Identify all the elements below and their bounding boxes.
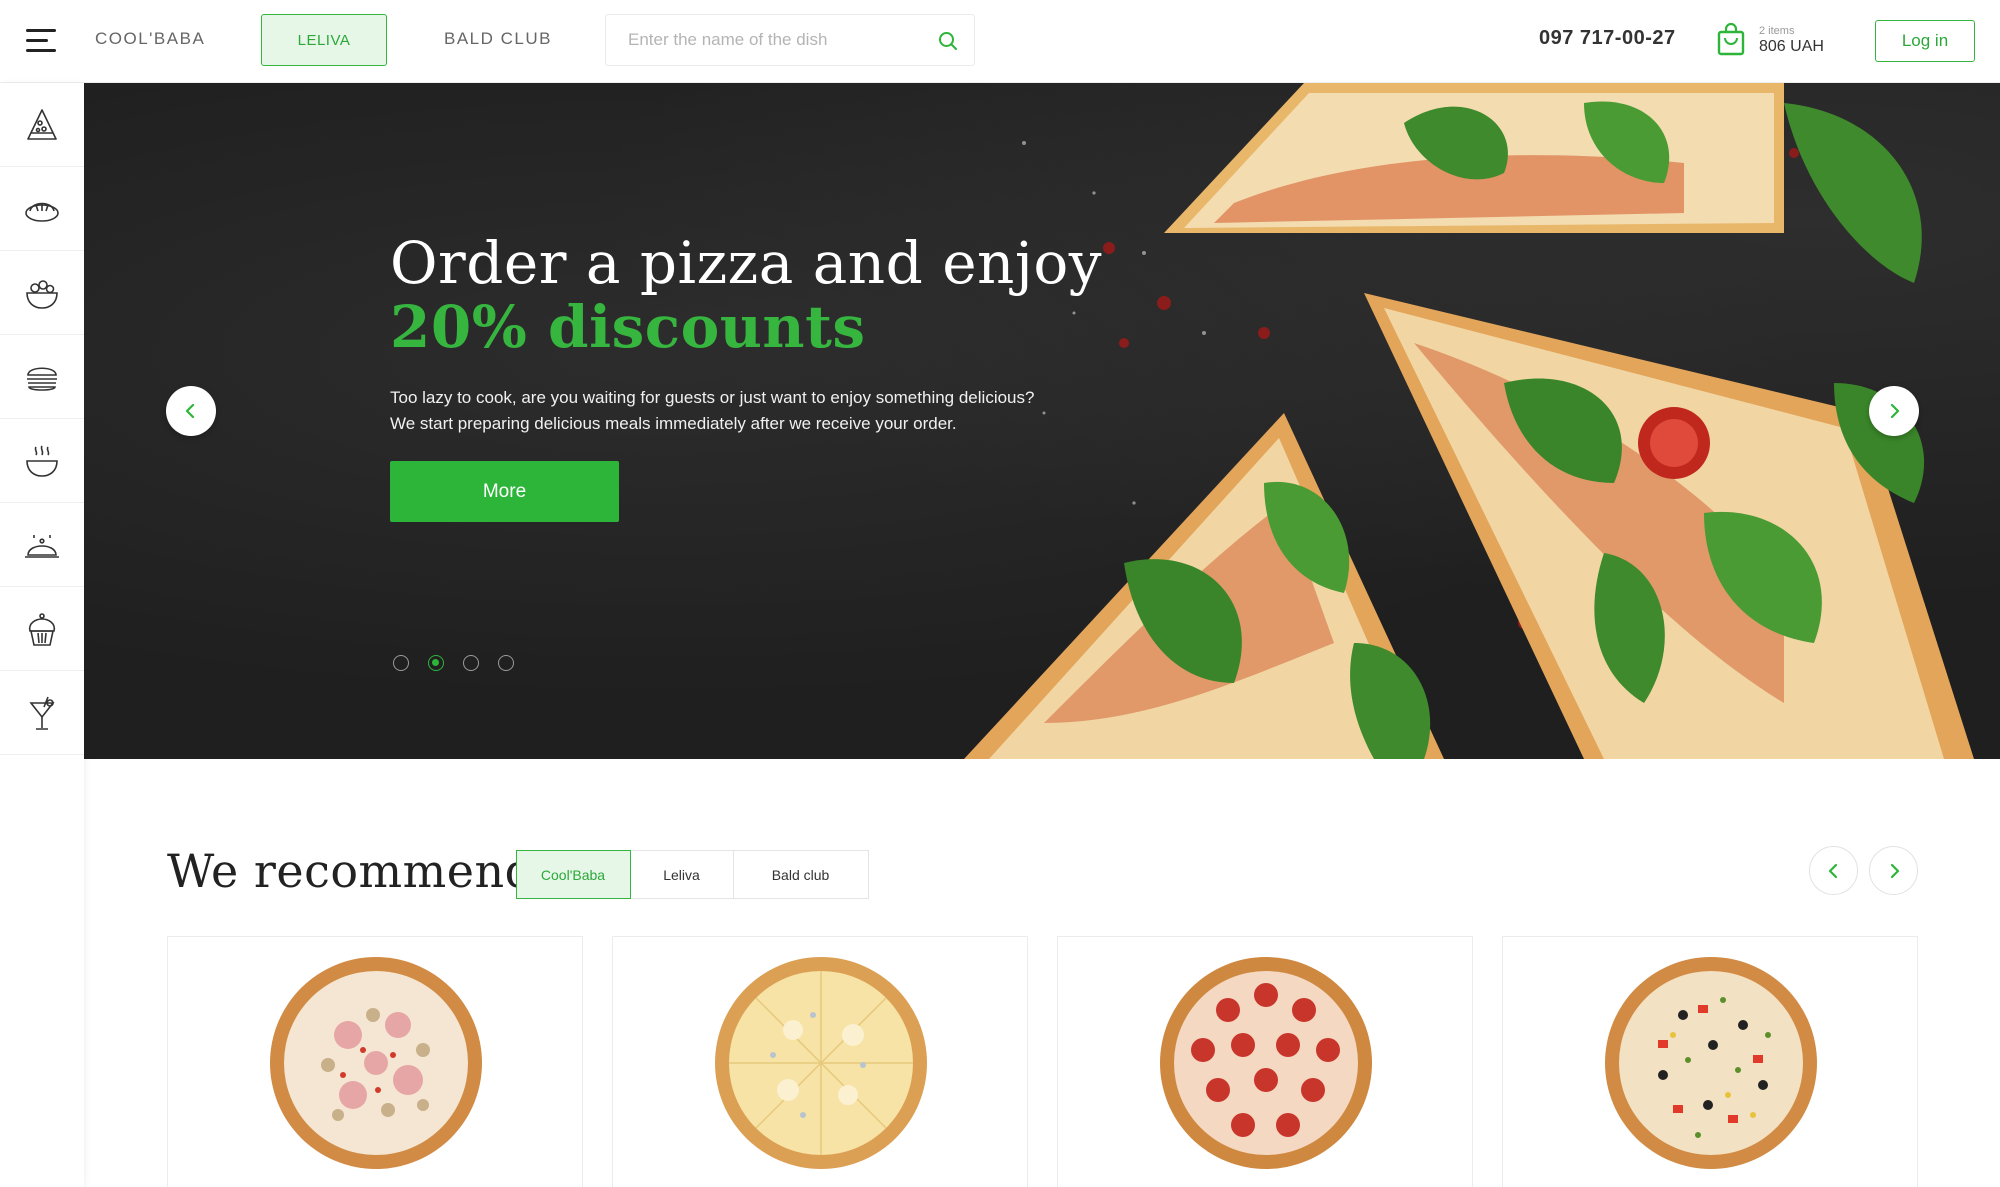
slider-dot-1[interactable]: [393, 655, 409, 671]
hero-banner: Order a pizza and enjoy 20% discounts To…: [84, 83, 2000, 759]
drink-icon: [29, 696, 55, 730]
category-pizza[interactable]: [0, 83, 84, 167]
product-card[interactable]: [612, 936, 1028, 1187]
vegetable-pizza-image: [1605, 957, 1817, 1169]
hero-description-line1: Too lazy to cook, are you waiting for gu…: [390, 388, 1035, 407]
category-salads[interactable]: [0, 251, 84, 335]
burger-icon: [27, 366, 57, 391]
top-header: COOL'BABA LELIVA BALD CLUB 097 717-00-27…: [0, 0, 2000, 83]
search-box: [605, 14, 975, 66]
cart-items-count: 2 items: [1759, 25, 1795, 37]
nav-bald-club[interactable]: BALD CLUB: [444, 29, 552, 49]
category-desserts[interactable]: [0, 587, 84, 671]
slider-dot-4[interactable]: [498, 655, 514, 671]
menu-burger-icon[interactable]: [26, 29, 56, 53]
search-input[interactable]: [628, 15, 928, 65]
product-card[interactable]: [1057, 936, 1473, 1187]
pizza-icon: [27, 108, 57, 140]
cupcake-icon: [28, 612, 56, 646]
category-sidebar: [0, 83, 84, 1187]
hot-dish-icon: [25, 534, 59, 558]
nav-leliva[interactable]: LELIVA: [261, 14, 387, 66]
recommend-title: We recommend: [167, 844, 535, 898]
slider-dot-2[interactable]: [428, 655, 444, 671]
chevron-right-icon: [1890, 863, 1899, 878]
restaurant-tabs: Cool'Baba Leliva Bald club: [515, 850, 869, 899]
product-card[interactable]: [1502, 936, 1918, 1187]
category-soups[interactable]: [0, 419, 84, 503]
login-button[interactable]: Log in: [1875, 20, 1975, 62]
recommend-prev-button[interactable]: [1809, 846, 1858, 895]
ham-mushroom-pizza-image: [270, 957, 482, 1169]
pepperoni-pizza-image: [1160, 957, 1372, 1169]
sushi-roll-icon: [25, 202, 59, 222]
category-drinks[interactable]: [0, 671, 84, 755]
hero-prev-button[interactable]: [166, 386, 216, 436]
category-sushi[interactable]: [0, 167, 84, 251]
four-cheese-pizza-image: [715, 957, 927, 1169]
product-card[interactable]: [167, 936, 583, 1187]
category-hot-dishes[interactable]: [0, 503, 84, 587]
chevron-right-icon: [1890, 403, 1900, 419]
more-button[interactable]: More: [390, 461, 619, 522]
chevron-left-icon: [185, 403, 195, 419]
slider-dot-3[interactable]: [463, 655, 479, 671]
phone-number[interactable]: 097 717-00-27: [1539, 27, 1676, 50]
shopping-bag-icon[interactable]: [1717, 22, 1745, 56]
nav-coolbaba[interactable]: COOL'BABA: [95, 29, 205, 49]
tab-bald-club[interactable]: Bald club: [732, 850, 869, 899]
recommend-next-button[interactable]: [1869, 846, 1918, 895]
tab-leliva[interactable]: Leliva: [629, 850, 734, 899]
cart-total[interactable]: 806 UAH: [1759, 38, 1824, 56]
salad-icon: [26, 279, 58, 309]
soup-icon: [26, 445, 58, 477]
hero-discount: 20% discounts: [390, 293, 866, 361]
hero-description: Too lazy to cook, are you waiting for gu…: [390, 385, 1150, 437]
tab-coolbaba[interactable]: Cool'Baba: [515, 850, 631, 899]
chevron-left-icon: [1828, 863, 1837, 878]
search-icon[interactable]: [938, 31, 958, 51]
category-burgers[interactable]: [0, 335, 84, 419]
hero-title: Order a pizza and enjoy: [390, 229, 1103, 297]
hero-description-line2: We start preparing delicious meals immed…: [390, 414, 957, 433]
slider-dots: [393, 655, 514, 671]
hero-next-button[interactable]: [1869, 386, 1919, 436]
